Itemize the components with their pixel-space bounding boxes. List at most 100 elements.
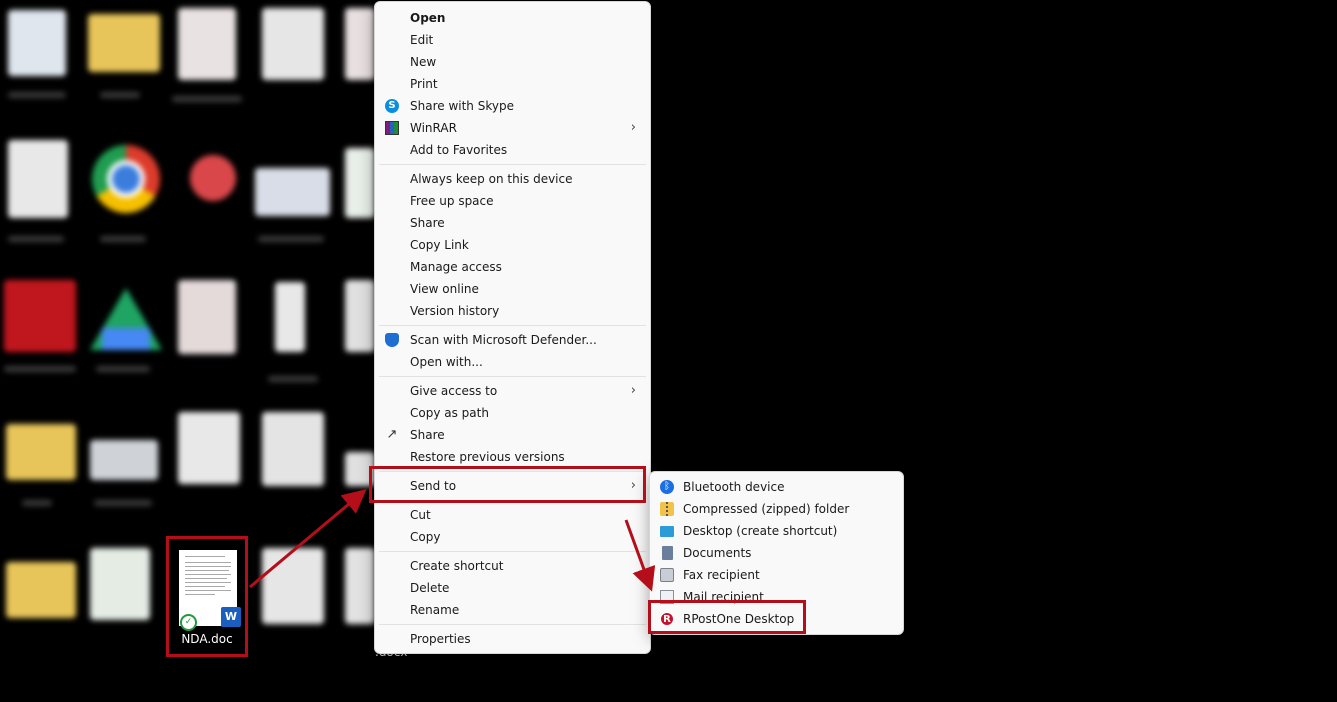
pdf-file-icon[interactable]: [178, 8, 236, 80]
spreadsheet-file-icon[interactable]: [90, 548, 150, 620]
menu-item-label: Delete: [410, 581, 450, 595]
menu-item-label: Open with...: [410, 355, 483, 369]
document-file-icon[interactable]: [262, 8, 324, 80]
spreadsheet-file-icon[interactable]: [345, 148, 375, 218]
menu-item-share-onedrive[interactable]: Share: [375, 212, 650, 234]
send-to-desktop[interactable]: Desktop (create shortcut): [650, 520, 903, 542]
app-icon[interactable]: [190, 155, 236, 201]
menu-item-copy-as-path[interactable]: Copy as path: [375, 402, 650, 424]
send-to-bluetooth[interactable]: ᛒ Bluetooth device: [650, 476, 903, 498]
folder-icon[interactable]: [6, 424, 76, 480]
menu-separator: [379, 376, 646, 377]
rpostone-highlight: [648, 600, 806, 634]
send-to-fax-recipient[interactable]: Fax recipient: [650, 564, 903, 586]
send-to-documents[interactable]: Documents: [650, 542, 903, 564]
menu-item-scan-defender[interactable]: Scan with Microsoft Defender...: [375, 329, 650, 351]
send-to-compressed-folder[interactable]: Compressed (zipped) folder: [650, 498, 903, 520]
menu-item-copy-link[interactable]: Copy Link: [375, 234, 650, 256]
recycle-bin-icon[interactable]: [8, 10, 66, 76]
menu-item-view-online[interactable]: View online: [375, 278, 650, 300]
send-to-highlight: [369, 466, 646, 503]
menu-item-label: Give access to: [410, 384, 498, 398]
menu-item-create-shortcut[interactable]: Create shortcut: [375, 555, 650, 577]
sync-check-icon: ✓: [180, 614, 197, 631]
menu-item-label: Always keep on this device: [410, 172, 573, 186]
menu-item-print[interactable]: Print: [375, 73, 650, 95]
menu-item-share-with-skype[interactable]: S Share with Skype: [375, 95, 650, 117]
screenshot-file-icon[interactable]: [255, 168, 330, 216]
menu-item-label: Documents: [683, 546, 752, 560]
menu-item-properties[interactable]: Properties: [375, 628, 650, 650]
menu-item-label: Add to Favorites: [410, 143, 508, 157]
fax-icon: [660, 568, 674, 582]
menu-item-copy[interactable]: Copy: [375, 526, 650, 548]
menu-item-label: Copy Link: [410, 238, 469, 252]
menu-item-label: Print: [410, 77, 438, 91]
chrome-icon[interactable]: [92, 145, 160, 213]
menu-item-label: Edit: [410, 33, 434, 47]
word-icon: W: [221, 607, 241, 627]
menu-item-manage-access[interactable]: Manage access: [375, 256, 650, 278]
google-drive-icon[interactable]: [90, 288, 162, 350]
zip-folder-icon: [660, 502, 674, 516]
menu-item-new[interactable]: New: [375, 51, 650, 73]
menu-item-label: Properties: [410, 632, 471, 646]
menu-item-give-access-to[interactable]: Give access to ›: [375, 380, 650, 402]
menu-separator: [379, 325, 646, 326]
menu-item-label: Manage access: [410, 260, 502, 274]
menu-item-winrar[interactable]: WinRAR ›: [375, 117, 650, 139]
menu-item-label: Scan with Microsoft Defender...: [410, 333, 597, 347]
folder-icon[interactable]: [88, 14, 160, 72]
document-file-icon[interactable]: [178, 412, 240, 484]
menu-separator: [379, 624, 646, 625]
menu-item-add-to-favorites[interactable]: Add to Favorites: [375, 139, 650, 161]
menu-item-always-keep[interactable]: Always keep on this device: [375, 168, 650, 190]
menu-item-open[interactable]: Open: [375, 7, 650, 29]
menu-item-free-up-space[interactable]: Free up space: [375, 190, 650, 212]
menu-item-label: Bluetooth device: [683, 480, 785, 494]
share-icon: ↗: [386, 427, 398, 442]
document-file-icon[interactable]: [345, 548, 375, 624]
desktop-icon: [660, 526, 674, 537]
menu-item-label: Desktop (create shortcut): [683, 524, 838, 538]
nda-file-icon[interactable]: W ✓ NDA.doc: [166, 536, 248, 657]
document-file-icon[interactable]: [345, 280, 375, 352]
menu-item-share[interactable]: ↗ Share: [375, 424, 650, 446]
menu-item-label: Free up space: [410, 194, 494, 208]
menu-item-cut[interactable]: Cut: [375, 504, 650, 526]
menu-separator: [379, 551, 646, 552]
menu-item-rename[interactable]: Rename: [375, 599, 650, 621]
menu-separator: [379, 164, 646, 165]
context-menu: Open Edit New Print S Share with Skype W…: [374, 1, 651, 654]
shield-icon: [385, 333, 399, 347]
menu-item-label: Share: [410, 216, 445, 230]
usb-drive-icon[interactable]: [90, 440, 158, 480]
menu-item-label: Fax recipient: [683, 568, 760, 582]
menu-item-label: Share: [410, 428, 445, 442]
document-file-icon[interactable]: [8, 140, 68, 218]
chevron-right-icon: ›: [630, 120, 636, 135]
menu-item-label: New: [410, 55, 437, 69]
menu-item-label: Copy as path: [410, 406, 489, 420]
menu-item-label: WinRAR: [410, 121, 457, 135]
menu-item-label: Restore previous versions: [410, 450, 565, 464]
menu-item-label: Share with Skype: [410, 99, 514, 113]
menu-item-label: Create shortcut: [410, 559, 504, 573]
document-file-icon[interactable]: [275, 282, 305, 352]
acrobat-icon[interactable]: [4, 280, 76, 352]
menu-item-delete[interactable]: Delete: [375, 577, 650, 599]
folder-icon[interactable]: [6, 562, 76, 618]
document-file-icon[interactable]: [262, 412, 324, 486]
skype-icon: S: [385, 99, 399, 113]
file-label: NDA.doc: [181, 632, 233, 646]
menu-item-restore-previous-versions[interactable]: Restore previous versions: [375, 446, 650, 468]
menu-item-label: Copy: [410, 530, 441, 544]
menu-item-edit[interactable]: Edit: [375, 29, 650, 51]
document-file-icon[interactable]: [178, 280, 236, 354]
document-file-icon[interactable]: [345, 8, 375, 80]
document-file-icon[interactable]: [262, 548, 324, 624]
bluetooth-icon: ᛒ: [660, 480, 674, 494]
menu-item-open-with[interactable]: Open with...: [375, 351, 650, 373]
menu-item-version-history[interactable]: Version history: [375, 300, 650, 322]
menu-item-label: Open: [410, 11, 446, 25]
